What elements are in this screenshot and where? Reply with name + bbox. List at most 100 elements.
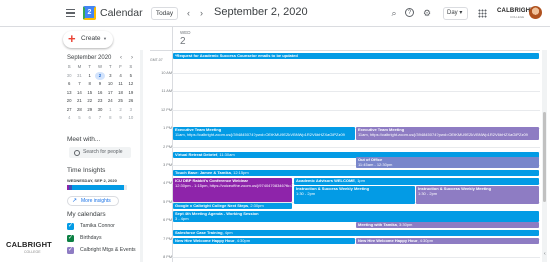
mini-next-icon[interactable]: ›	[131, 55, 133, 61]
mini-week-row: 20 21 22 23 24 25 26	[64, 97, 136, 106]
mini-calendar-title: September 2020	[67, 55, 112, 61]
mini-day[interactable]: 24	[105, 97, 115, 106]
more-insights-button[interactable]: More insights	[67, 196, 119, 206]
mini-day[interactable]: 10	[105, 80, 115, 89]
mini-day[interactable]: 23	[95, 97, 105, 106]
day-number[interactable]: 2	[180, 36, 186, 47]
search-people-input[interactable]: Search for people	[69, 147, 131, 158]
calendar-event[interactable]: New Hire Welcome Happy Hour, 4:30pm	[356, 238, 539, 244]
calendar-event[interactable]: Touch Base: Jamee & Tamika, 12:15pm	[173, 170, 539, 176]
main-menu-icon[interactable]	[66, 9, 75, 17]
calendar-event[interactable]: Meeting with Tamika, 3:30pm	[356, 222, 539, 228]
mini-day[interactable]: 2	[115, 106, 125, 115]
view-selector[interactable]: Day ▾	[443, 7, 468, 20]
apps-grid-icon[interactable]	[478, 9, 487, 18]
mini-day[interactable]: 17	[105, 89, 115, 98]
time-label: 11 AM	[161, 89, 172, 94]
mini-day[interactable]: 2	[94, 71, 106, 80]
calendar-event[interactable]: Sept 4th Meeting Agenda - Working Sessio…	[173, 211, 539, 222]
calendar-event[interactable]: ICU DBP Rabbit's Conference Webinar 12:30…	[173, 178, 292, 202]
mini-day[interactable]: 30	[64, 72, 74, 81]
search-icon[interactable]: ⌕	[388, 7, 400, 19]
time-label: 6 PM	[163, 218, 172, 223]
mini-day[interactable]: 13	[64, 89, 74, 98]
mini-day[interactable]: 21	[74, 97, 84, 106]
calendar-event[interactable]: New Hire Welcome Happy Hour, 4:30pm	[173, 238, 355, 244]
mini-day[interactable]: 31	[74, 72, 84, 81]
mini-day[interactable]: 30	[95, 106, 105, 115]
mini-weekday: M	[77, 64, 82, 69]
previous-day-icon[interactable]: ‹	[187, 8, 190, 18]
calendar-event[interactable]: Executive Team Meeting 11am, https://calb…	[173, 127, 355, 140]
time-label: 3 PM	[163, 163, 172, 167]
help-icon[interactable]: ?	[405, 8, 414, 17]
mini-day[interactable]: 15	[85, 89, 95, 98]
scroll-thumb[interactable]	[543, 112, 546, 202]
calendar-event[interactable]: Google x Calbright College Next Steps, 2…	[173, 203, 292, 209]
mini-day[interactable]: 18	[115, 89, 125, 98]
mini-day[interactable]: 16	[95, 89, 105, 98]
checkbox-icon[interactable]	[67, 234, 74, 242]
hour-line	[172, 91, 540, 93]
mini-day[interactable]: 9	[115, 114, 125, 123]
time-insights-bar	[67, 185, 127, 190]
checkbox-icon[interactable]	[67, 246, 74, 254]
mini-day[interactable]: 4	[64, 114, 74, 123]
calendar-event[interactable]: *Request for Academic Success Counselor …	[173, 53, 539, 59]
mini-day[interactable]: 12	[126, 80, 136, 89]
calendar-event[interactable]: Instruction & Success Weekly Meeting 1:30…	[416, 186, 539, 204]
mini-day[interactable]: 20	[64, 97, 74, 106]
event-title: Academic Advisors WELCOME	[296, 178, 355, 183]
time-insights-heading[interactable]: Time Insights	[67, 167, 105, 174]
calendar-event[interactable]: Out of Office 11:45am - 12:30pm	[356, 157, 539, 168]
mini-day[interactable]: 8	[105, 114, 115, 123]
mini-day[interactable]: 27	[64, 106, 74, 115]
mini-day[interactable]: 4	[115, 72, 125, 81]
time-label: 5 PM	[163, 199, 172, 204]
mini-day[interactable]: 3	[105, 72, 115, 81]
mini-day[interactable]: 5	[74, 114, 84, 123]
mini-prev-icon[interactable]: ‹	[120, 55, 122, 61]
mini-day[interactable]: 25	[115, 97, 125, 106]
mini-day[interactable]: 7	[74, 80, 84, 89]
calendar-event[interactable]: Instruction & Success Weekly Meeting 1:30…	[294, 186, 415, 204]
my-calendars-heading[interactable]: My calendars	[67, 211, 106, 218]
create-button[interactable]: + Create ▼	[63, 31, 113, 48]
mini-day[interactable]: 19	[126, 89, 136, 98]
mini-day[interactable]: 26	[126, 97, 136, 106]
mini-day[interactable]: 9	[95, 80, 105, 89]
mini-day[interactable]: 6	[64, 80, 74, 89]
checkbox-icon[interactable]	[67, 222, 74, 230]
side-panel-toggle-icon[interactable]: ‹	[544, 251, 546, 257]
today-button[interactable]: Today	[151, 7, 178, 20]
mini-calendar: S M T W T F S 30 31 1 2 3 4 5 6 7 8 9 10 11 12 13 14 15 16 17 18 19…	[64, 63, 136, 123]
hour-line	[172, 109, 540, 111]
mini-day[interactable]: 11	[115, 80, 125, 89]
mini-day[interactable]: 29	[85, 106, 95, 115]
time-insights-date: WEDNESDAY, SEP 2, 2020	[67, 178, 117, 183]
mini-day[interactable]: 7	[95, 114, 105, 123]
mini-day[interactable]: 8	[85, 80, 95, 89]
mini-day[interactable]: 5	[126, 72, 136, 81]
calendar-event[interactable]: Salesforce Case Training, 4pm	[173, 230, 539, 236]
calendar-item-label: Tamika Connor	[80, 223, 115, 229]
account-avatar[interactable]	[529, 6, 542, 19]
mini-day[interactable]: 28	[74, 106, 84, 115]
chevron-down-icon: ▼	[103, 36, 107, 41]
mini-day[interactable]: 1	[85, 72, 95, 81]
mini-day[interactable]: 1	[105, 106, 115, 115]
settings-gear-icon[interactable]: ⚙	[421, 7, 433, 19]
sidebar-scrollbar[interactable]	[140, 50, 143, 262]
event-title: New Hire Welcome Happy Hour	[175, 238, 235, 243]
grid-scrollbar[interactable]	[542, 50, 547, 262]
mini-day[interactable]: 22	[85, 97, 95, 106]
calendar-logo-icon: 2	[83, 6, 96, 20]
mini-day[interactable]: 3	[126, 106, 136, 115]
calendar-event[interactable]: Executive Team Meeting 11am, https://calb…	[356, 127, 539, 140]
mini-day[interactable]: 6	[85, 114, 95, 123]
calendar-event[interactable]: Academic Advisors WELCOME, 1pm	[294, 178, 539, 185]
event-time: , 2:30pm	[248, 203, 264, 208]
mini-day[interactable]: 14	[74, 89, 84, 98]
next-day-icon[interactable]: ›	[200, 8, 203, 18]
mini-day[interactable]: 10	[126, 114, 136, 123]
